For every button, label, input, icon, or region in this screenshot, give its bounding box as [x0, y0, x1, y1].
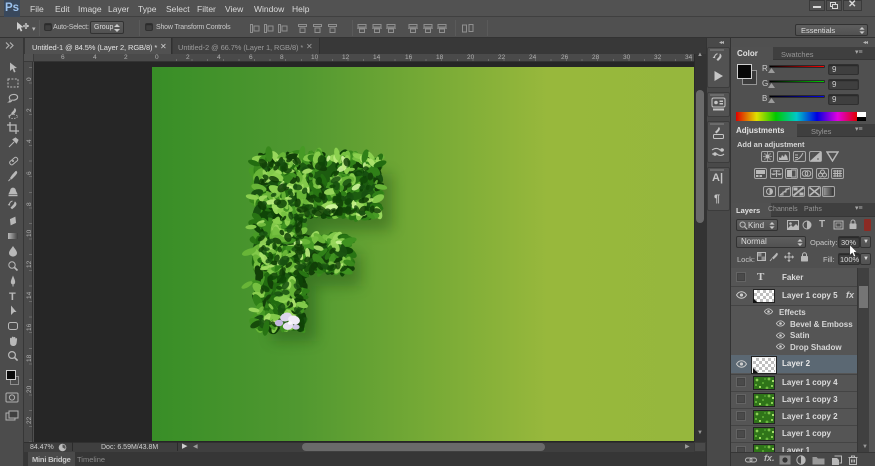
svg-text:T: T [9, 291, 16, 302]
